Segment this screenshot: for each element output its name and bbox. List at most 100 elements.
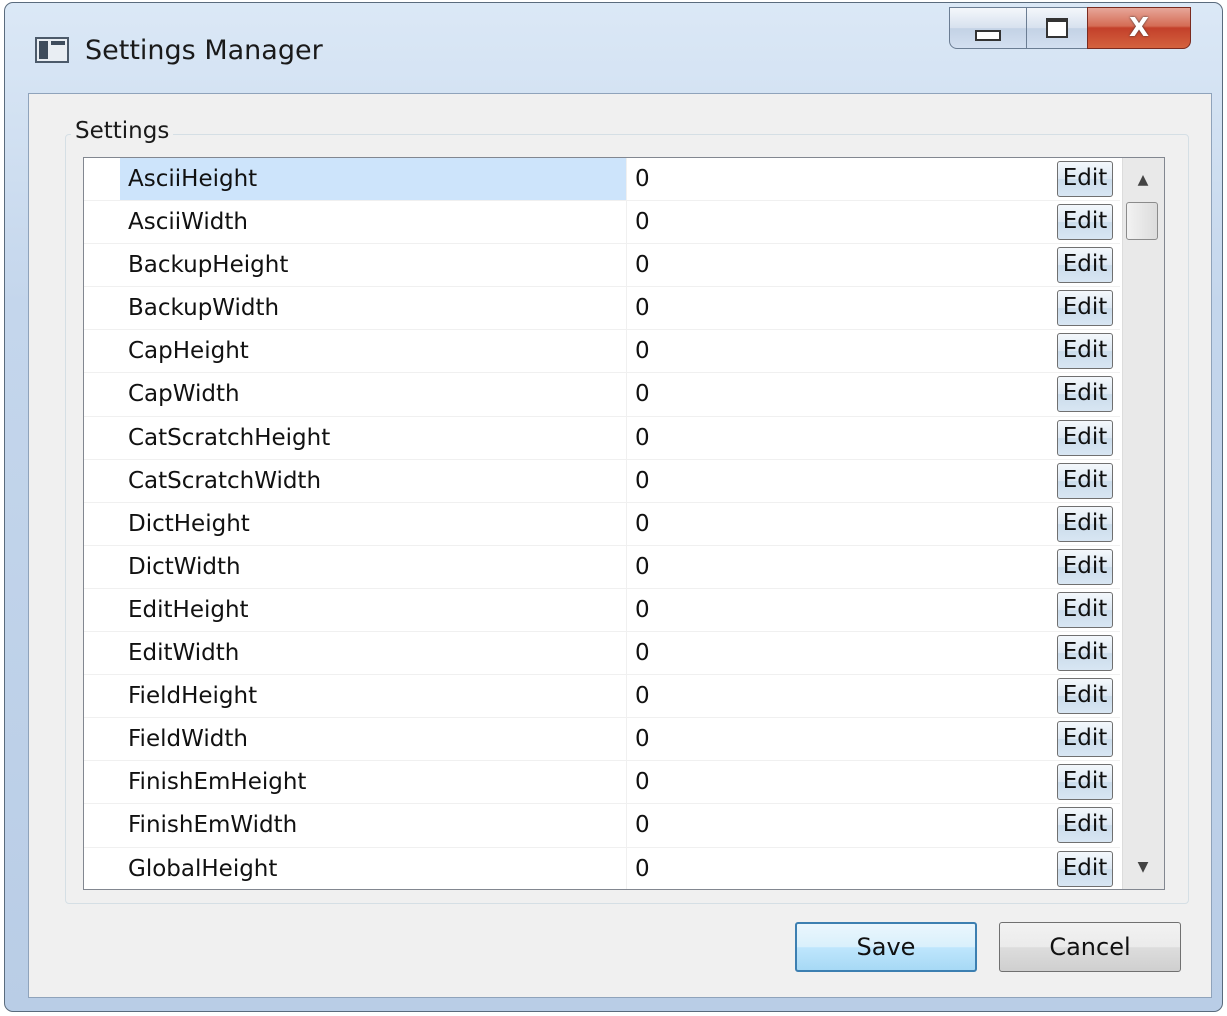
setting-value[interactable]: 0	[627, 373, 1057, 415]
setting-value[interactable]: 0	[627, 718, 1057, 760]
row-gutter	[84, 545, 120, 588]
setting-name: BackupWidth	[120, 287, 627, 330]
settings-row[interactable]: FinishEmWidth 0 Edit	[84, 804, 1120, 848]
setting-name: DictWidth	[120, 545, 627, 588]
edit-button[interactable]: Edit	[1057, 204, 1113, 241]
settings-row[interactable]: AsciiHeight 0 Edit	[84, 158, 1120, 202]
row-gutter	[84, 459, 120, 502]
setting-name: CatScratchWidth	[120, 459, 627, 502]
settings-row[interactable]: CatScratchHeight 0 Edit	[84, 416, 1120, 460]
setting-value[interactable]: 0	[627, 589, 1057, 631]
row-gutter	[84, 718, 120, 761]
setting-value[interactable]: 0	[627, 546, 1057, 588]
edit-button[interactable]: Edit	[1057, 247, 1113, 284]
row-gutter	[84, 416, 120, 459]
settings-row[interactable]: FieldHeight 0 Edit	[84, 675, 1120, 719]
maximize-icon	[1046, 18, 1068, 38]
settings-row[interactable]: EditHeight 0 Edit	[84, 588, 1120, 633]
settings-row[interactable]: CapWidth 0 Edit	[84, 373, 1120, 417]
setting-value[interactable]: 0	[627, 460, 1057, 502]
setting-value[interactable]: 0	[627, 503, 1057, 545]
close-icon: X	[1128, 13, 1150, 43]
minimize-button[interactable]	[949, 7, 1027, 49]
settings-row[interactable]: EditWidth 0 Edit	[84, 632, 1120, 676]
row-gutter	[84, 804, 120, 847]
edit-button[interactable]: Edit	[1057, 419, 1113, 456]
setting-value[interactable]: 0	[627, 287, 1057, 329]
settings-row[interactable]: AsciiWidth 0 Edit	[84, 201, 1120, 245]
setting-name: EditHeight	[120, 588, 627, 632]
settings-row[interactable]: FieldWidth 0 Edit	[84, 718, 1120, 762]
settings-row[interactable]: GlobalHeight 0 Edit	[84, 847, 1120, 890]
setting-name: FinishEmWidth	[120, 804, 627, 847]
row-gutter	[84, 675, 120, 718]
scrollbar-thumb[interactable]	[1126, 202, 1158, 240]
setting-value[interactable]: 0	[627, 632, 1057, 674]
setting-name: CapHeight	[120, 330, 627, 373]
setting-name: FieldHeight	[120, 675, 627, 718]
edit-button[interactable]: Edit	[1057, 462, 1113, 499]
setting-name: EditWidth	[120, 632, 627, 675]
setting-name: FinishEmHeight	[120, 761, 627, 804]
settings-row[interactable]: CapHeight 0 Edit	[84, 330, 1120, 374]
settings-manager-window: Settings Manager X Settings AsciiHeight 0…	[4, 2, 1223, 1012]
cancel-button[interactable]: Cancel	[999, 922, 1181, 972]
scroll-down-icon[interactable]: ▼	[1123, 847, 1163, 887]
vertical-scrollbar[interactable]: ▲ ▼	[1122, 158, 1164, 889]
edit-button[interactable]: Edit	[1057, 333, 1113, 370]
setting-value[interactable]: 0	[627, 244, 1057, 286]
settings-grid[interactable]: AsciiHeight 0 Edit AsciiWidth 0 Edit BackupHei…	[83, 157, 1165, 890]
setting-value[interactable]: 0	[627, 675, 1057, 717]
row-gutter	[84, 588, 120, 632]
setting-name: GlobalHeight	[120, 847, 627, 889]
setting-name: AsciiWidth	[120, 201, 627, 244]
settings-row[interactable]: DictHeight 0 Edit	[84, 502, 1120, 546]
edit-button[interactable]: Edit	[1057, 290, 1113, 327]
setting-name: CapWidth	[120, 373, 627, 416]
setting-name: AsciiHeight	[120, 158, 627, 201]
edit-button[interactable]: Edit	[1057, 678, 1113, 715]
row-gutter	[84, 201, 120, 244]
setting-name: DictHeight	[120, 502, 627, 545]
setting-value[interactable]: 0	[627, 804, 1057, 846]
setting-value[interactable]: 0	[627, 158, 1057, 200]
edit-button[interactable]: Edit	[1057, 764, 1113, 801]
edit-button[interactable]: Edit	[1057, 161, 1113, 197]
setting-value[interactable]: 0	[627, 330, 1057, 372]
row-gutter	[84, 847, 120, 889]
setting-name: BackupHeight	[120, 244, 627, 287]
app-window-icon	[35, 37, 69, 63]
row-gutter	[84, 373, 120, 416]
scroll-up-icon[interactable]: ▲	[1123, 160, 1163, 200]
minimize-icon	[975, 29, 1001, 41]
edit-button[interactable]: Edit	[1057, 807, 1113, 844]
setting-name: CatScratchHeight	[120, 416, 627, 459]
edit-button[interactable]: Edit	[1057, 376, 1113, 413]
close-button[interactable]: X	[1087, 7, 1191, 49]
edit-button[interactable]: Edit	[1057, 721, 1113, 758]
settings-row[interactable]: BackupHeight 0 Edit	[84, 244, 1120, 288]
setting-value[interactable]: 0	[627, 201, 1057, 243]
settings-row[interactable]: FinishEmHeight 0 Edit	[84, 761, 1120, 805]
setting-value[interactable]: 0	[627, 417, 1057, 459]
row-gutter	[84, 632, 120, 675]
settings-row[interactable]: DictWidth 0 Edit	[84, 545, 1120, 589]
edit-button[interactable]: Edit	[1057, 505, 1113, 542]
settings-row[interactable]: BackupWidth 0 Edit	[84, 287, 1120, 331]
setting-value[interactable]: 0	[627, 848, 1057, 890]
edit-button[interactable]: Edit	[1057, 591, 1113, 628]
row-gutter	[84, 502, 120, 545]
edit-button[interactable]: Edit	[1057, 635, 1113, 672]
maximize-button[interactable]	[1026, 7, 1088, 49]
settings-rows: AsciiHeight 0 Edit AsciiWidth 0 Edit BackupHei…	[84, 158, 1120, 890]
settings-groupbox-label: Settings	[71, 114, 174, 148]
save-button[interactable]: Save	[795, 922, 977, 972]
row-gutter	[84, 761, 120, 804]
row-gutter	[84, 330, 120, 373]
edit-button[interactable]: Edit	[1057, 548, 1113, 585]
edit-button[interactable]: Edit	[1057, 850, 1113, 887]
settings-row[interactable]: CatScratchWidth 0 Edit	[84, 459, 1120, 503]
row-gutter	[84, 244, 120, 287]
window-title: Settings Manager	[85, 35, 323, 66]
setting-value[interactable]: 0	[627, 761, 1057, 803]
